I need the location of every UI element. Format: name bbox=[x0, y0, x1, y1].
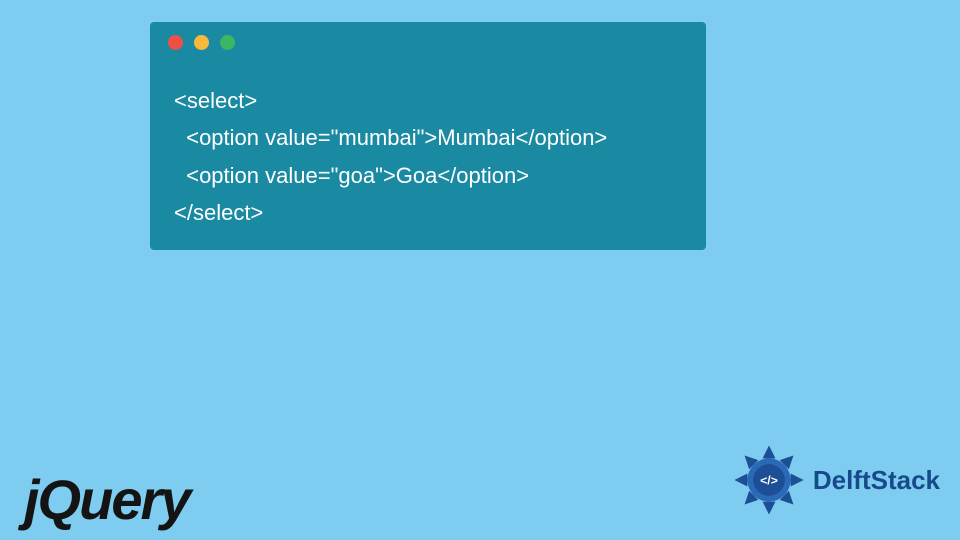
minimize-icon bbox=[194, 35, 209, 50]
svg-text:</>: </> bbox=[760, 473, 778, 487]
delftstack-badge-icon: </> bbox=[733, 444, 805, 516]
code-snippet: <select> <option value="mumbai">Mumbai</… bbox=[150, 62, 706, 242]
delftstack-logo: </> DelftStack bbox=[733, 444, 940, 516]
close-icon bbox=[168, 35, 183, 50]
code-window: <select> <option value="mumbai">Mumbai</… bbox=[150, 22, 706, 250]
jquery-logo: jQuery bbox=[24, 467, 189, 532]
window-titlebar bbox=[150, 22, 706, 62]
delftstack-text: DelftStack bbox=[813, 465, 940, 496]
maximize-icon bbox=[220, 35, 235, 50]
